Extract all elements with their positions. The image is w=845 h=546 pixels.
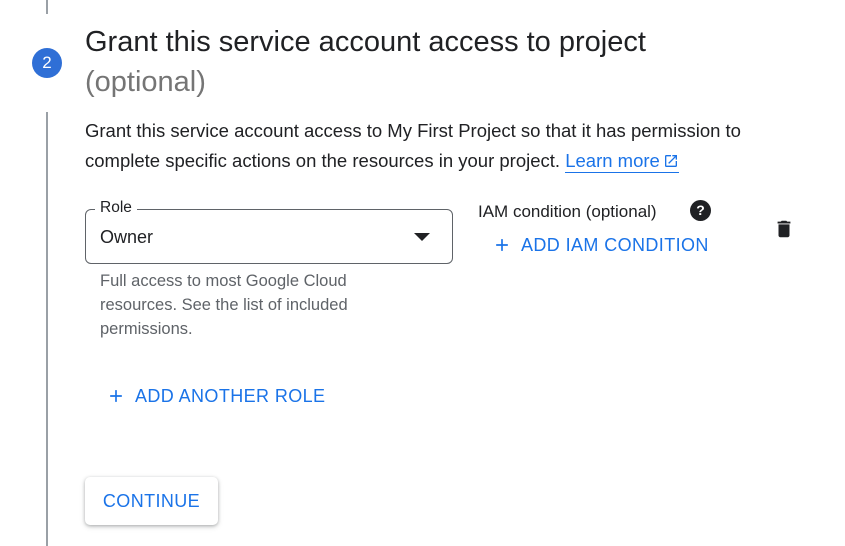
- step-number-badge: 2: [32, 48, 62, 78]
- plus-icon: [110, 390, 122, 402]
- section-title-optional: (optional): [85, 66, 206, 98]
- help-icon[interactable]: ?: [690, 200, 711, 221]
- role-selected-value: Owner: [100, 227, 154, 247]
- iam-condition-label: IAM condition (optional): [478, 202, 657, 221]
- add-iam-condition-label: ADD IAM CONDITION: [521, 235, 709, 255]
- external-link-icon: [664, 155, 677, 167]
- section-title-text: Grant this service account access to pro…: [85, 26, 646, 58]
- add-iam-condition-button[interactable]: ADD IAM CONDITION: [492, 233, 709, 257]
- plus-icon: [496, 239, 508, 251]
- role-select[interactable]: Role Owner: [85, 198, 453, 264]
- add-another-role-button[interactable]: ADD ANOTHER ROLE: [106, 384, 325, 408]
- learn-more-link[interactable]: Learn more: [565, 150, 679, 173]
- add-another-role-label: ADD ANOTHER ROLE: [135, 386, 326, 406]
- continue-button[interactable]: CONTINUE: [85, 477, 218, 525]
- stepper-line-bottom: [46, 112, 48, 546]
- section-title: Grant this service account access to pro…: [85, 22, 825, 102]
- learn-more-label: Learn more: [565, 150, 660, 171]
- role-hint-text: Full access to most Google Cloud resourc…: [100, 272, 348, 338]
- stepper-line-top: [46, 0, 48, 14]
- role-field-label: Role: [95, 198, 137, 218]
- trash-icon[interactable]: [773, 217, 795, 241]
- chevron-down-icon: [414, 233, 430, 241]
- section-description: Grant this service account access to My …: [85, 116, 815, 176]
